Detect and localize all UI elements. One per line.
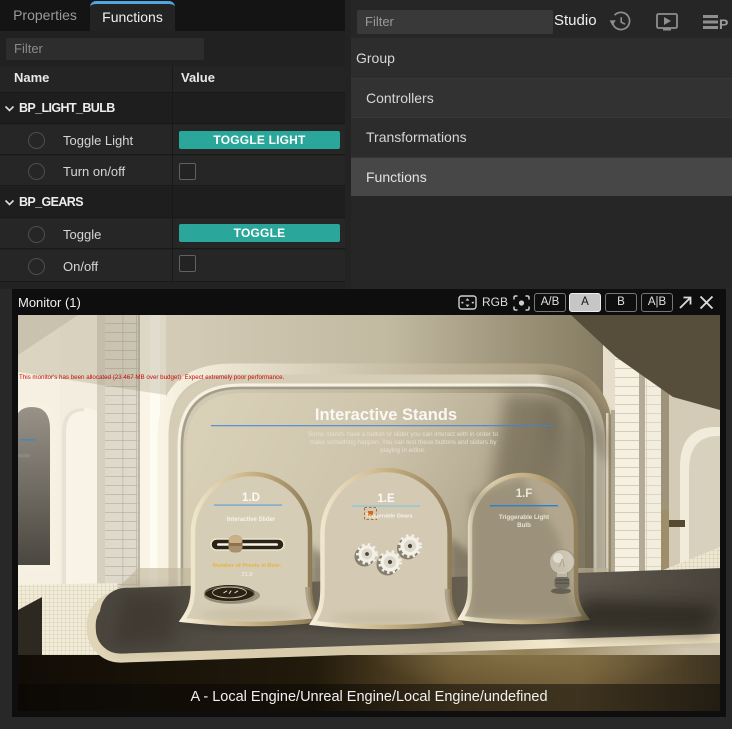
svg-text:1.D: 1.D bbox=[242, 492, 260, 504]
svg-text:Toggerable Gears: Toggerable Gears bbox=[365, 514, 412, 520]
svg-text:1.E: 1.E bbox=[377, 493, 395, 505]
svg-text:Interactive Stands: Interactive Stands bbox=[315, 406, 457, 424]
svg-text:This monitor's has been alloca: This monitor's has been allocated (23 46… bbox=[19, 374, 285, 381]
svg-text:Bulb: Bulb bbox=[517, 522, 531, 529]
svg-text:Triggerable Light: Triggerable Light bbox=[499, 514, 549, 521]
svg-text:Interactive Slider: Interactive Slider bbox=[227, 517, 276, 523]
svg-text:1.F: 1.F bbox=[516, 488, 533, 500]
svg-text:21.9: 21.9 bbox=[241, 572, 252, 578]
svg-text:Number of Prests in Row:: Number of Prests in Row: bbox=[213, 563, 282, 569]
svg-text:P: P bbox=[719, 16, 728, 32]
svg-text:Some stands have a button or s: Some stands have a button or slider you … bbox=[308, 431, 499, 438]
svg-text:playing in editor.: playing in editor. bbox=[380, 447, 426, 454]
svg-text:make something happen. You can: make something happen. You can test thes… bbox=[310, 439, 498, 446]
